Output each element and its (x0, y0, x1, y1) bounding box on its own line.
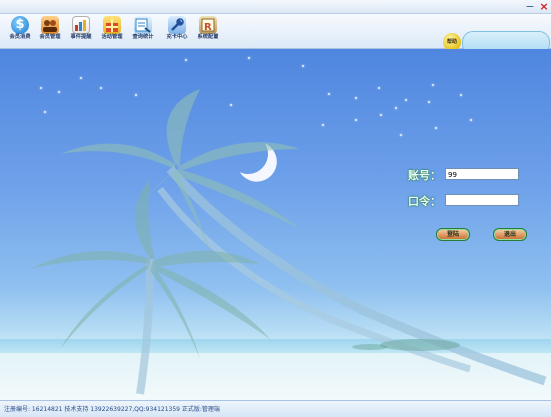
toolbar-system-config[interactable]: R 系统配置 (193, 15, 223, 47)
chart-icon (72, 16, 90, 34)
toolbar-query-stats[interactable]: 查询统计 (128, 15, 158, 47)
toolbar-label: 系统配置 (197, 34, 219, 40)
toolbar-event-reminder[interactable]: 事件提醒 (66, 15, 96, 47)
dollar-icon: $ (11, 16, 29, 34)
minimize-button[interactable]: − (524, 1, 536, 12)
settings-icon: R (199, 16, 217, 34)
exit-button[interactable]: 退出 (493, 228, 527, 241)
toolbar-member-consume[interactable]: $ 会员消费 (5, 15, 35, 47)
login-button[interactable]: 登陆 (436, 228, 470, 241)
members-icon (41, 16, 59, 34)
gift-icon (103, 16, 121, 34)
svg-text:R: R (204, 22, 212, 33)
toolbar-label: 查询统计 (132, 34, 154, 40)
password-label: 口令： (408, 195, 441, 208)
title-bar: − × (0, 0, 551, 14)
palm-trees (30, 89, 547, 395)
recharge-icon (168, 16, 186, 34)
toolbar-activity-manage[interactable]: 活动管理 (97, 15, 127, 47)
main-toolbar: $ 会员消费 会员管理 事件提醒 活动管理 查询统计 充卡中心 R 系统配置 帮… (0, 14, 551, 55)
status-text: 注册编号: 16214821 技术支持 13922639227,QQ:93412… (4, 406, 220, 413)
query-icon (134, 16, 152, 34)
toolbar-recharge-center[interactable]: 充卡中心 (162, 15, 192, 47)
toolbar-member-manage[interactable]: 会员管理 (35, 15, 65, 47)
account-label: 账号： (408, 169, 441, 182)
password-input[interactable] (445, 194, 519, 206)
status-bar: 注册编号: 16214821 技术支持 13922639227,QQ:93412… (0, 400, 551, 417)
account-input[interactable]: 99 (445, 168, 519, 180)
close-button[interactable]: × (538, 1, 550, 12)
login-background-scene (0, 49, 551, 400)
